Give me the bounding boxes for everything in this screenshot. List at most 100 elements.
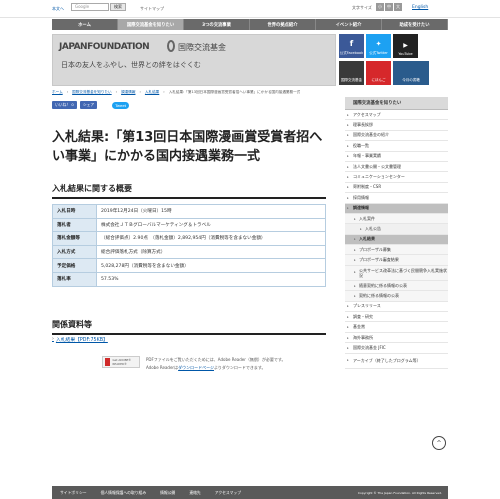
sidebar-item[interactable]: コミュニケーションセンター	[345, 172, 448, 183]
sidebar: 国際交流基金を知りたい アクセスマップ理事長挨拶国際交流基金の紹介役職一覧年報・…	[345, 97, 448, 492]
font-size-label: 文字サイズ	[352, 5, 372, 10]
sidebar-item[interactable]: アーカイブ（終了したプログラム等）	[345, 354, 448, 369]
table-row: 入札日時 2019年12月24日（火曜日）15時	[52, 204, 326, 219]
sidebar-item[interactable]: アクセスマップ	[345, 110, 448, 121]
nav-events[interactable]: イベント紹介	[316, 19, 382, 30]
sidebar-item[interactable]: 寄附制度・CSR	[345, 183, 448, 194]
facebook-icon: f	[349, 39, 354, 48]
breadcrumb-results[interactable]: 入札結果	[145, 90, 159, 95]
row-value: （総合評価点）2.90点 （落札金額）2,892,954円（消費税等を含まない金…	[96, 231, 326, 246]
footer: サイトポリシー 個人情報保護への取り組み 情報公開 連絡先 アクセスマップ Co…	[52, 486, 448, 499]
site-tagline: 日本の友人をふやし、世界との絆をはぐくむ	[61, 61, 201, 69]
sidebar-item[interactable]: 契約に係る情報の公表	[345, 291, 448, 302]
monthly-book-button[interactable]: 今月の書籍	[393, 61, 429, 85]
site-logo-japanese: 国際交流基金	[178, 43, 226, 52]
font-size-medium-button[interactable]: 中	[385, 3, 393, 11]
arrow-right-icon: ›	[52, 337, 54, 342]
youtube-icon: ▶	[403, 42, 408, 49]
font-size-small-button[interactable]: 小	[376, 3, 384, 11]
sidebar-item[interactable]: 年報・事業実績	[345, 152, 448, 162]
row-value: 総合評価落札方式（除算方式）	[96, 244, 326, 260]
tweet-button[interactable]: Tweet	[112, 101, 130, 109]
sidebar-item[interactable]: 理事長挨拶	[345, 120, 448, 131]
sidebar-item[interactable]: 海外事務所	[345, 333, 448, 344]
sidebar-item[interactable]: 調査・研究	[345, 312, 448, 323]
site-logo[interactable]: JAPANFOUNDATION	[59, 42, 150, 52]
font-size-large-button[interactable]: 大	[394, 3, 402, 11]
footer-access-map[interactable]: アクセスマップ	[215, 490, 241, 496]
row-value: 5,028,278円（消費税等を含まない金額）	[96, 258, 326, 273]
sidebar-item[interactable]: 入札結果	[345, 234, 448, 246]
result-pdf-link[interactable]: › 入札結果【PDF:75KB】	[52, 336, 108, 343]
nav-about[interactable]: 国際交流基金を知りたい	[118, 19, 184, 30]
jf-app-button[interactable]: 国際交流基金	[339, 61, 364, 85]
row-label: 予定価格	[52, 258, 97, 273]
nav-programs[interactable]: 3つの交流事業	[184, 19, 250, 30]
page-title: 入札結果:「第13回日本国際漫画賞受賞者招へい事業」にかかる国内接遇業務一式	[52, 130, 323, 164]
row-label: 落札金額等	[52, 231, 97, 246]
overview-heading: 入札結果に関する概要	[52, 183, 326, 199]
twitter-button[interactable]: ✦ 公式Twitter	[366, 34, 391, 58]
sidebar-item[interactable]: プロポーザル募集	[345, 245, 448, 256]
table-row: 落札率 57.53%	[52, 271, 326, 287]
sidebar-header[interactable]: 国際交流基金を知りたい	[345, 97, 448, 110]
search-button[interactable]: 検索	[110, 3, 126, 11]
footer-disclosure[interactable]: 情報公開	[160, 490, 175, 496]
share-bar: いいね！ 0 シェア Tweet	[52, 101, 130, 109]
site-banner: JAPANFOUNDATION 国際交流基金 日本の友人をふやし、世界との絆をは…	[52, 34, 336, 86]
chevron-up-icon: ^	[436, 439, 442, 447]
sidebar-item[interactable]: プロポーザル審査結果	[345, 255, 448, 266]
footer-privacy[interactable]: 個人情報保護への取り組み	[101, 490, 147, 496]
footer-site-policy[interactable]: サイトポリシー	[60, 490, 87, 496]
breadcrumb-current: 入札結果:「第13回日本国際漫画賞受賞者招へい事業」にかかる国内接遇業務一式	[168, 89, 301, 94]
footer-contact[interactable]: 連絡先	[189, 490, 200, 496]
copyright: Copyright © The Japan Foundation. All Ri…	[357, 490, 442, 495]
sidebar-item[interactable]: プレスリリース	[345, 302, 448, 313]
global-nav: ホーム 国際交流基金を知りたい 3つの交流事業 世界の拠点紹介 イベント紹介 助…	[52, 19, 448, 30]
pdf-note-line2: Adobe Readerはダウンロードページよりダウンロードできます。	[146, 365, 266, 370]
row-label: 入札方式	[52, 244, 97, 260]
sidebar-item[interactable]: 調達情報	[345, 203, 448, 214]
back-to-top-button[interactable]: ^	[432, 436, 446, 450]
adobe-reader-badge[interactable]: Get ADOBE® READER®	[102, 356, 140, 368]
sidebar-item[interactable]: 国際交流基金の紹介	[345, 131, 448, 142]
pdf-note-line1: PDFファイルをご覧いただくためには、Adobe Reader（無償）が必要です…	[146, 357, 286, 362]
social-links: f 公式Facebook ✦ 公式Twitter ▶ YouTube 国際交流基金 に…	[337, 34, 448, 86]
sidebar-item[interactable]: 採用情報	[345, 193, 448, 204]
adobe-logo-icon	[105, 358, 111, 366]
table-row: 落札者 株式会社ＪＴＢグローバルマーケティング＆トラベル	[52, 217, 326, 233]
nav-grants[interactable]: 助成を受けたい	[382, 19, 448, 30]
pdf-note: PDFファイルをご覧いただくためには、Adobe Reader（無償）が必要です…	[146, 356, 285, 372]
sidebar-item[interactable]: 入札案件	[345, 213, 448, 225]
documents-heading: 関係資料等	[52, 319, 326, 335]
breadcrumb-about[interactable]: 国際交流基金を知りたい	[72, 90, 112, 95]
adobe-download-link[interactable]: ダウンロードページ	[178, 365, 214, 370]
row-value: 株式会社ＪＴＢグローバルマーケティング＆トラベル	[96, 217, 326, 233]
facebook-button[interactable]: f 公式Facebook	[339, 34, 364, 58]
sidebar-item[interactable]: 随意契約に係る情報の公表	[345, 280, 448, 292]
breadcrumb-procurement[interactable]: 調達情報	[121, 90, 135, 95]
facebook-share-button[interactable]: シェア	[79, 101, 98, 109]
row-value: 2019年12月24日（火曜日）15時	[96, 204, 326, 219]
english-link[interactable]: English	[412, 5, 428, 10]
table-row: 入札方式 総合評価落札方式（除算方式）	[52, 244, 326, 260]
row-label: 入札日時	[52, 204, 97, 219]
search-input[interactable]: Google	[71, 3, 109, 11]
twitter-icon: ✦	[375, 40, 382, 48]
sidebar-item[interactable]: 公共サービス改革法に基づく民間競争入札実施状況	[345, 265, 448, 281]
sidebar-item[interactable]: 役職一覧	[345, 141, 448, 152]
nihongo-button[interactable]: にほんご	[366, 61, 391, 85]
sitemap-link[interactable]: サイトマップ	[140, 6, 164, 12]
nav-offices[interactable]: 世界の拠点紹介	[250, 19, 316, 30]
youtube-button[interactable]: ▶ YouTube	[393, 34, 418, 58]
sidebar-item[interactable]: 法人文書公開・公文書管理	[345, 162, 448, 173]
table-row: 予定価格 5,028,278円（消費税等を含まない金額）	[52, 258, 326, 273]
skip-to-content-link[interactable]: 本文へ	[52, 6, 64, 12]
sidebar-item[interactable]: 国際交流基金 JFIC	[345, 343, 448, 354]
sidebar-item[interactable]: 基金賞	[345, 322, 448, 333]
result-table: 入札日時 2019年12月24日（火曜日）15時 落札者 株式会社ＪＴＢグローバルマー…	[52, 204, 326, 287]
sidebar-item[interactable]: 入札公告	[345, 224, 448, 235]
breadcrumb-home[interactable]: ホーム	[52, 90, 63, 95]
nav-home[interactable]: ホーム	[52, 19, 118, 30]
facebook-like-button[interactable]: いいね！ 0	[52, 101, 77, 109]
